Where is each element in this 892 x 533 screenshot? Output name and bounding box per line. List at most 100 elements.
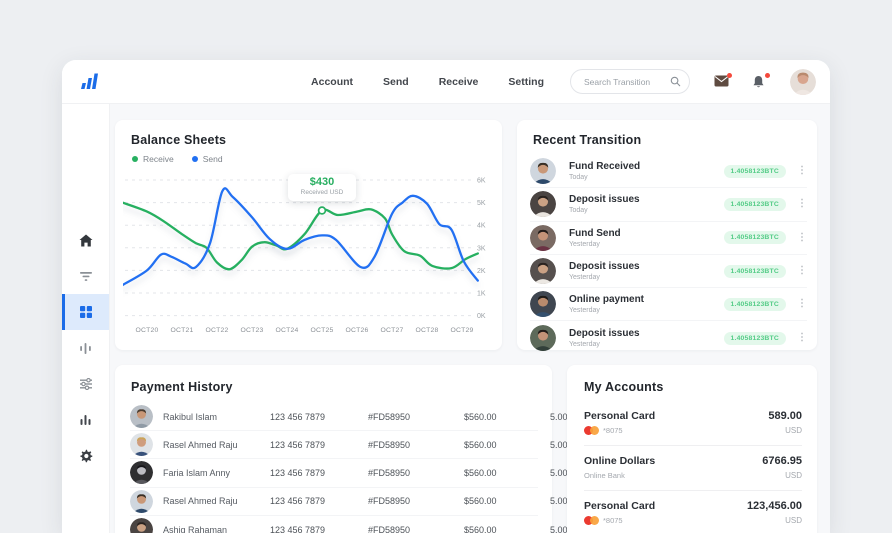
payment-invoice: #FD58950 xyxy=(368,496,464,506)
legend-dot xyxy=(192,156,198,162)
top-navbar: Account Send Receive Setting xyxy=(62,60,830,104)
y-axis-label: 5K xyxy=(477,200,486,207)
my-accounts-panel: My Accounts Personal Card589.00*8075USD O… xyxy=(567,365,817,533)
avatar xyxy=(530,158,556,184)
avatar xyxy=(130,461,153,484)
transaction-time: Yesterday xyxy=(569,307,644,314)
row-menu-icon[interactable]: ⋮ xyxy=(797,166,807,176)
transaction-row[interactable]: Online paymentYesterday1.4058123BTC⋮ xyxy=(530,288,807,321)
transaction-title: Fund Received xyxy=(569,161,640,172)
row-menu-icon[interactable]: ⋮ xyxy=(797,233,807,243)
sliders-icon xyxy=(79,378,93,390)
nav-links: Account Send Receive Setting xyxy=(311,76,544,88)
recent-transition-panel: Recent Transition Fund ReceivedToday1.40… xyxy=(517,120,817,350)
x-axis-label: OCT25 xyxy=(311,327,334,334)
transaction-row[interactable]: Deposit issuesToday 1.4058123BTC ⋮ xyxy=(530,188,807,221)
balance-sheets-panel: Balance Sheets ReceiveSend 0K1K2K3K4K5K6… xyxy=(115,120,502,350)
transaction-time: Yesterday xyxy=(569,341,640,348)
account-row[interactable]: Personal Card589.00*8075USD xyxy=(584,401,802,446)
bell-badge xyxy=(765,73,770,78)
user-avatar[interactable] xyxy=(790,69,816,95)
search-input[interactable] xyxy=(582,76,670,88)
transaction-list: Fund Received Today 1.4058123BTC ⋮ Deposit … xyxy=(530,155,807,355)
sidebar-item-preferences[interactable] xyxy=(62,366,109,402)
transaction-title: Deposit issues xyxy=(569,328,640,339)
legend-item-send[interactable]: Send xyxy=(192,154,223,164)
payment-invoice: #FD58950 xyxy=(368,412,464,422)
y-axis-label: 6K xyxy=(477,178,486,185)
avatar xyxy=(530,291,556,317)
account-row[interactable]: Personal Card123,456.00*8075USD xyxy=(584,491,802,533)
row-menu-icon[interactable]: ⋮ xyxy=(797,333,807,343)
search-box[interactable] xyxy=(570,69,690,94)
avatar xyxy=(130,490,153,513)
nav-link-receive[interactable]: Receive xyxy=(439,76,479,88)
avatar xyxy=(530,258,556,284)
payment-row[interactable]: Rasel Ahmed Raju123 456 7879#FD58950$560… xyxy=(130,488,538,516)
transaction-info: Deposit issuesToday xyxy=(569,194,640,214)
account-subtitle: Online Bank xyxy=(584,471,625,480)
transaction-time: Today xyxy=(569,207,640,214)
row-menu-icon[interactable]: ⋮ xyxy=(797,299,807,309)
transaction-row[interactable]: Fund ReceivedToday1.4058123BTC⋮ xyxy=(530,155,807,188)
transaction-time: Today xyxy=(569,174,640,181)
y-axis-label: 1K xyxy=(477,291,486,298)
nav-link-setting[interactable]: Setting xyxy=(508,76,544,88)
app-window: Account Send Receive Setting xyxy=(62,60,830,533)
amount-badge: 1.4058123BTC xyxy=(724,198,787,211)
transaction-row[interactable]: Fund SendYesterday1.4058123BTC⋮ xyxy=(530,222,807,255)
payment-row[interactable]: Rasel Ahmed Raju123 456 7879#FD58950$560… xyxy=(130,431,538,459)
amount-badge: 1.4058123BTC xyxy=(724,265,787,278)
home-icon xyxy=(79,234,93,247)
transaction-row[interactable]: Deposit issues Yesterday 1.4058123BTC ⋮ xyxy=(530,321,807,354)
bell-icon[interactable] xyxy=(752,75,768,89)
y-axis-label: 3K xyxy=(477,245,486,252)
payment-row[interactable]: Rakibul Islam123 456 7879#FD58950$560.00… xyxy=(130,403,538,431)
legend-item-receive[interactable]: Receive xyxy=(132,154,174,164)
mail-badge xyxy=(727,73,732,78)
main-content: Balance Sheets ReceiveSend 0K1K2K3K4K5K6… xyxy=(110,104,830,533)
mail-icon[interactable] xyxy=(714,75,730,89)
y-axis-label: 4K xyxy=(477,223,486,230)
sidebar-item-stats[interactable] xyxy=(62,402,109,438)
payment-name: Ashiq Rahaman xyxy=(154,525,270,533)
search-icon[interactable] xyxy=(670,76,681,87)
sidebar-item-home[interactable] xyxy=(62,222,109,258)
sidebar-item-dashboard[interactable] xyxy=(62,294,109,330)
x-axis-label: OCT22 xyxy=(206,327,229,334)
avatar xyxy=(130,518,153,533)
my-accounts-title: My Accounts xyxy=(584,380,664,394)
grid-icon xyxy=(79,305,93,319)
account-row[interactable]: Online Dollars6766.95Online BankUSD xyxy=(584,446,802,491)
legend-dot xyxy=(132,156,138,162)
highlight-marker[interactable] xyxy=(319,207,326,214)
payment-invoice: #FD58950 xyxy=(368,440,464,450)
payment-row[interactable]: Ashiq Rahaman123 456 7879#FD58950$560.00… xyxy=(130,516,538,533)
transaction-info: Fund Received Today xyxy=(569,161,640,181)
nav-link-send[interactable]: Send xyxy=(383,76,409,88)
transaction-title: Online payment xyxy=(569,294,644,305)
transaction-row[interactable]: Deposit issuesYesterday1.4058123BTC⋮ xyxy=(530,255,807,288)
tooltip-value: $430 xyxy=(288,177,356,188)
sidebar-item-activity[interactable] xyxy=(62,330,109,366)
nav-link-account[interactable]: Account xyxy=(311,76,353,88)
sidebar-item-settings[interactable] xyxy=(62,438,109,474)
account-name: Online Dollars xyxy=(584,455,655,467)
row-menu-icon[interactable]: ⋮ xyxy=(797,199,807,209)
avatar xyxy=(530,191,556,217)
account-currency: USD xyxy=(785,516,802,525)
payment-history-title: Payment History xyxy=(131,380,233,394)
x-axis-label: OCT28 xyxy=(416,327,439,334)
payment-phone: 123 456 7879 xyxy=(270,468,368,478)
y-axis-label: 2K xyxy=(477,268,486,275)
row-menu-icon[interactable]: ⋮ xyxy=(797,266,807,276)
payment-name: Faria Islam Anny xyxy=(154,468,270,478)
sidebar-item-filter[interactable] xyxy=(62,258,109,294)
account-currency: USD xyxy=(785,471,802,480)
tooltip-label: Received USD xyxy=(288,189,356,196)
app-logo-icon[interactable] xyxy=(79,73,99,91)
account-balance: 589.00 xyxy=(768,410,802,422)
payment-rate: 5.00 xyxy=(550,440,568,450)
payment-row[interactable]: Faria Islam Anny123 456 7879#FD58950$560… xyxy=(130,459,538,487)
amount-badge: 1.4058123BTC xyxy=(724,332,787,345)
